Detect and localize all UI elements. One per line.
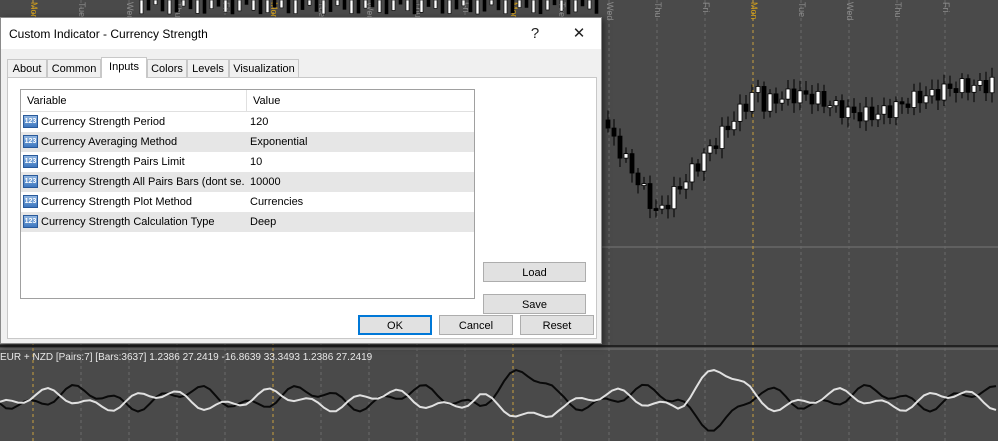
inputs-grid: Variable Value 123 Currency Strength Peri… bbox=[20, 89, 475, 299]
tab-about[interactable]: About bbox=[7, 59, 47, 77]
numeric-param-icon: 123 bbox=[23, 215, 38, 228]
indicator-label: EUR + NZD [Pairs:7] [Bars:3637] 1.2386 2… bbox=[0, 352, 373, 363]
cancel-button[interactable]: Cancel bbox=[439, 315, 513, 335]
day-label: Tue bbox=[77, 2, 87, 17]
day-label: Fri bbox=[701, 2, 711, 13]
day-label: Thu bbox=[653, 2, 663, 18]
help-button[interactable]: ? bbox=[513, 21, 557, 47]
param-value[interactable]: 10000 bbox=[250, 172, 281, 192]
param-name: Currency Strength All Pairs Bars (dont s… bbox=[41, 176, 245, 188]
dialog-titlebar[interactable]: Custom Indicator - Currency Strength ? ✕ bbox=[1, 18, 601, 49]
day-label: Thu bbox=[893, 2, 903, 18]
param-name: Currency Strength Calculation Type bbox=[41, 216, 215, 228]
reset-button[interactable]: Reset bbox=[520, 315, 594, 335]
tab-colors[interactable]: Colors bbox=[147, 59, 187, 77]
day-label: Wed bbox=[605, 2, 615, 20]
input-row[interactable]: 123 Currency Averaging Method Exponential bbox=[21, 132, 474, 152]
tab-inputs[interactable]: Inputs bbox=[101, 57, 147, 78]
day-label: Mon bbox=[749, 2, 759, 20]
param-name: Currency Averaging Method bbox=[41, 136, 178, 148]
param-value[interactable]: Exponential bbox=[250, 132, 308, 152]
tab-common[interactable]: Common bbox=[47, 59, 101, 77]
dialog-title: Custom Indicator - Currency Strength bbox=[9, 27, 208, 41]
save-button[interactable]: Save bbox=[483, 294, 586, 314]
header-value[interactable]: Value bbox=[247, 90, 474, 112]
header-variable[interactable]: Variable bbox=[21, 90, 247, 112]
numeric-param-icon: 123 bbox=[23, 115, 38, 128]
day-label: Fri bbox=[941, 2, 951, 13]
day-label: Tue bbox=[797, 2, 807, 17]
ok-button[interactable]: OK bbox=[358, 315, 432, 335]
input-row[interactable]: 123 Currency Strength Calculation Type Dee… bbox=[21, 212, 474, 232]
param-value[interactable]: 10 bbox=[250, 152, 262, 172]
input-row[interactable]: 123 Currency Strength All Pairs Bars (don… bbox=[21, 172, 474, 192]
close-button[interactable]: ✕ bbox=[557, 21, 601, 47]
param-value[interactable]: Deep bbox=[250, 212, 276, 232]
load-button[interactable]: Load bbox=[483, 262, 586, 282]
tab-levels[interactable]: Levels bbox=[187, 59, 229, 77]
input-row[interactable]: 123 Currency Strength Pairs Limit 10 bbox=[21, 152, 474, 172]
param-value[interactable]: Currencies bbox=[250, 192, 303, 212]
input-row[interactable]: 123 Currency Strength Period 120 bbox=[21, 112, 474, 132]
numeric-param-icon: 123 bbox=[23, 155, 38, 168]
numeric-param-icon: 123 bbox=[23, 195, 38, 208]
param-name: Currency Strength Period bbox=[41, 116, 166, 128]
inputs-panel: Variable Value 123 Currency Strength Peri… bbox=[7, 77, 597, 339]
numeric-param-icon: 123 bbox=[23, 175, 38, 188]
param-value[interactable]: 120 bbox=[250, 112, 268, 132]
tab-visualization[interactable]: Visualization bbox=[229, 59, 299, 77]
numeric-param-icon: 123 bbox=[23, 135, 38, 148]
day-label: Wed bbox=[845, 2, 855, 20]
param-name: Currency Strength Plot Method bbox=[41, 196, 193, 208]
custom-indicator-dialog: Custom Indicator - Currency Strength ? ✕… bbox=[0, 17, 602, 344]
param-name: Currency Strength Pairs Limit bbox=[41, 156, 185, 168]
input-row[interactable]: 123 Currency Strength Plot Method Currenci… bbox=[21, 192, 474, 212]
